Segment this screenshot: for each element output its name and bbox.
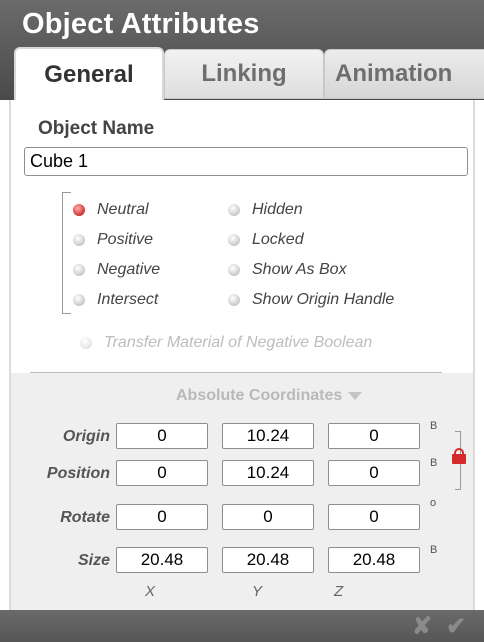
chevron-down-icon (348, 392, 363, 400)
toggle-icon (228, 264, 240, 276)
tab-general[interactable]: General (14, 47, 164, 100)
rotate-y-field[interactable]: 0 (222, 504, 314, 530)
radio-intersect[interactable]: Intersect (73, 291, 158, 309)
radio-icon (73, 234, 85, 246)
tab-animation[interactable]: Animation (324, 49, 484, 99)
radio-icon (73, 294, 85, 306)
toggle-show-origin-handle[interactable]: Show Origin Handle (228, 291, 394, 309)
radio-neutral[interactable]: Neutral (73, 201, 149, 219)
lock-icon[interactable] (452, 448, 466, 464)
axis-y-label: Y (252, 583, 263, 600)
position-z-field[interactable]: 0 (328, 460, 420, 486)
radio-negative-label: Negative (97, 261, 161, 278)
size-label: Size (77, 552, 110, 569)
rotate-label: Rotate (60, 509, 110, 526)
origin-unit: B (430, 420, 438, 432)
axis-x-label: X (145, 583, 156, 600)
position-label: Position (46, 465, 110, 482)
toggle-icon (228, 204, 240, 216)
toggle-hidden[interactable]: Hidden (228, 201, 303, 219)
toggle-locked[interactable]: Locked (228, 231, 304, 249)
toggle-hidden-label: Hidden (252, 201, 303, 218)
toggle-locked-label: Locked (252, 231, 304, 248)
coordinates-mode-label: Absolute Coordinates (176, 387, 343, 404)
object-name-input[interactable] (24, 147, 468, 176)
toggle-show-as-box[interactable]: Show As Box (228, 261, 347, 279)
size-x-field[interactable]: 20.48 (116, 547, 208, 573)
origin-z-field[interactable]: 0 (328, 423, 420, 449)
object-name-label: Object Name (38, 118, 155, 139)
position-x-field[interactable]: 0 (116, 460, 208, 486)
window-title: Object Attributes (22, 8, 260, 40)
toggle-show-as-box-label: Show As Box (252, 261, 347, 278)
rotate-unit: o (430, 497, 437, 509)
size-y-field[interactable]: 20.48 (222, 547, 314, 573)
radio-intersect-label: Intersect (97, 291, 159, 308)
toggle-icon (80, 337, 92, 349)
tab-linking[interactable]: Linking (164, 49, 324, 99)
cancel-button[interactable]: ✘ (412, 612, 432, 641)
toggle-icon (228, 294, 240, 306)
transfer-material-label: Transfer Material of Negative Boolean (104, 334, 373, 351)
ok-button[interactable]: ✔ (446, 612, 466, 641)
size-z-field[interactable]: 20.48 (328, 547, 420, 573)
coordinates-mode-dropdown[interactable]: Absolute Coordinates (176, 387, 363, 405)
origin-x-field[interactable]: 0 (116, 423, 208, 449)
radio-negative[interactable]: Negative (73, 261, 160, 279)
size-unit: B (430, 544, 438, 556)
radio-neutral-label: Neutral (97, 201, 149, 218)
transfer-material-toggle[interactable]: Transfer Material of Negative Boolean (80, 334, 372, 352)
radio-positive[interactable]: Positive (73, 231, 153, 249)
axis-z-label: Z (334, 583, 344, 600)
origin-y-field[interactable]: 10.24 (222, 423, 314, 449)
coordinates-section (9, 373, 475, 610)
radio-selected-icon (73, 204, 85, 216)
rotate-z-field[interactable]: 0 (328, 504, 420, 530)
boolean-group-bracket (62, 192, 71, 314)
position-unit: B (430, 457, 438, 469)
radio-positive-label: Positive (97, 231, 154, 248)
radio-icon (73, 264, 85, 276)
rotate-x-field[interactable]: 0 (116, 504, 208, 530)
position-y-field[interactable]: 10.24 (222, 460, 314, 486)
toggle-icon (228, 234, 240, 246)
toggle-show-origin-handle-label: Show Origin Handle (252, 291, 395, 308)
origin-label: Origin (62, 428, 110, 445)
